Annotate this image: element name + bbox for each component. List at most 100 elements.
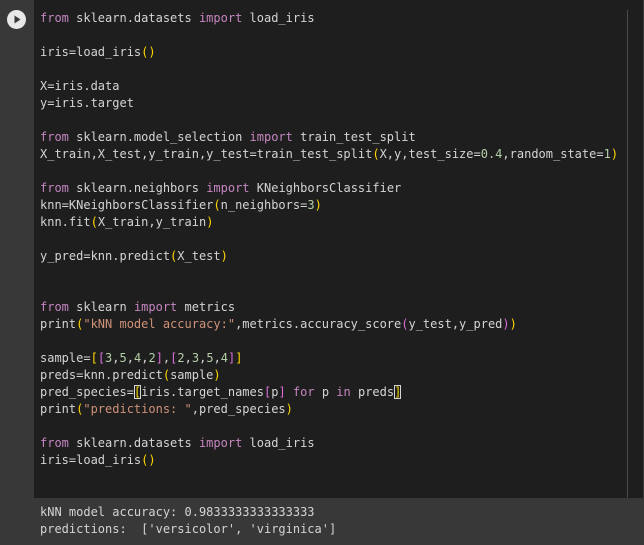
code-line: iris=load_iris() <box>40 44 618 61</box>
bracket-token: [ <box>90 351 98 365</box>
bracket-token: ] <box>394 385 402 399</box>
code-token: y=iris.target <box>40 96 134 110</box>
code-line: ​ <box>40 163 618 180</box>
code-token: , <box>213 351 221 365</box>
code-line: from sklearn.model_selection import trai… <box>40 129 618 146</box>
code-line: from sklearn.datasets import load_iris <box>40 10 618 27</box>
keyword-token: from <box>40 436 69 450</box>
code-line: print("kNN model accuracy:",metrics.accu… <box>40 316 618 333</box>
bracket-token: ] <box>278 385 286 399</box>
code-line: ​ <box>40 418 618 435</box>
code-line: X_train,X_test,y_train,y_test=train_test… <box>40 146 618 163</box>
bracket-token: ) <box>285 402 293 416</box>
number-token: 3 <box>191 351 200 365</box>
code-line: ​ <box>40 61 618 78</box>
play-icon <box>14 15 21 24</box>
number-token: 2 <box>148 351 156 365</box>
code-token: preds <box>350 385 395 399</box>
number-token: 0.4 <box>480 147 503 161</box>
cell-output: kNN model accuracy: 0.9833333333333333 p… <box>0 498 644 545</box>
code-token: knn.fit <box>40 215 91 229</box>
code-token: pred_species= <box>40 385 134 399</box>
bracket-token: ] <box>155 351 163 365</box>
code-token: print <box>40 402 77 416</box>
output-accuracy-line: kNN model accuracy: 0.9833333333333333 <box>40 505 315 519</box>
code-token: p <box>314 385 337 399</box>
code-line: sample=[[3,5,4,2],[2,3,5,4]] <box>40 350 618 367</box>
bracket-token: ) <box>220 249 228 263</box>
code-lines: from sklearn.datasets import load_iris​i… <box>40 10 618 469</box>
code-line: ​ <box>40 231 618 248</box>
number-token: 3 <box>307 198 315 212</box>
code-line: knn.fit(X_train,y_train) <box>40 214 618 231</box>
code-token: X_train,y_train <box>97 215 207 229</box>
keyword-token: import <box>206 181 250 195</box>
code-token: , <box>126 351 134 365</box>
code-token: sklearn.datasets <box>68 11 199 25</box>
keyword-token: in <box>336 385 351 399</box>
code-line: pred_species=[iris.target_names[p] for p… <box>40 384 618 401</box>
code-cell[interactable]: from sklearn.datasets import load_iris​i… <box>0 0 644 498</box>
bracket-token: [ <box>97 351 106 365</box>
bracket-token: ) <box>213 368 221 382</box>
bracket-token: ) <box>206 215 214 229</box>
keyword-token: from <box>40 11 69 25</box>
code-token: load_iris <box>242 436 315 450</box>
bracket-token: ) <box>509 317 517 331</box>
bracket-token: ) <box>610 147 619 161</box>
keyword-token: import <box>198 436 243 450</box>
run-cell-button[interactable] <box>7 10 26 29</box>
keyword-token: from <box>40 300 69 314</box>
keyword-token: import <box>198 11 243 25</box>
bracket-token: ( <box>372 147 380 161</box>
code-token: y_pred=knn.predict <box>40 249 171 263</box>
code-token: sklearn.neighbors <box>68 181 207 195</box>
output-predictions-line: predictions: ['versicolor', 'virginica'] <box>40 522 337 536</box>
code-token: n_neighbors= <box>220 198 308 212</box>
code-token: sample= <box>40 351 91 365</box>
code-line: ​ <box>40 282 618 299</box>
keyword-token: from <box>40 181 69 195</box>
code-token: X=iris.data <box>40 79 120 93</box>
code-token: X,y,test_size= <box>379 147 481 161</box>
code-token: ,metrics.accuracy_score <box>235 317 402 331</box>
string-token: "kNN model accuracy:" <box>83 317 236 331</box>
code-line: print("predictions: ",pred_species) <box>40 401 618 418</box>
code-token: X_test <box>177 249 221 263</box>
code-token: y_test,y_pred <box>408 317 503 331</box>
code-line: knn=KNeighborsClassifier(n_neighbors=3) <box>40 197 618 214</box>
code-token: iris=load_iris <box>40 45 142 59</box>
number-token: 1 <box>603 147 611 161</box>
code-token: KNeighborsClassifier <box>249 181 402 195</box>
keyword-token: for <box>292 385 315 399</box>
code-line: from sklearn import metrics <box>40 299 618 316</box>
code-token: load_iris <box>242 11 315 25</box>
code-token: ,pred_species <box>191 402 286 416</box>
keyword-token: import <box>249 130 293 144</box>
bracket-token: ( <box>90 215 98 229</box>
bracket-token: () <box>141 453 156 467</box>
string-token: "predictions: " <box>83 402 192 416</box>
code-token: X_train,X_test,y_train,y_test=train_test… <box>40 147 373 161</box>
number-token: 5 <box>119 351 127 365</box>
code-token: sample <box>170 368 214 382</box>
code-line: y=iris.target <box>40 95 618 112</box>
code-token: sklearn.datasets <box>68 436 199 450</box>
code-line: ​ <box>40 27 618 44</box>
number-token: 2 <box>177 351 185 365</box>
code-editor[interactable]: from sklearn.datasets import load_iris​i… <box>34 0 643 498</box>
code-line: X=iris.data <box>40 78 618 95</box>
bracket-token: () <box>141 45 156 59</box>
number-token: 4 <box>220 351 229 365</box>
code-token: ,random_state= <box>502 147 604 161</box>
bracket-token: ] <box>235 351 243 365</box>
code-token: train_test_split <box>292 130 416 144</box>
code-token: iris=load_iris <box>40 453 142 467</box>
number-token: 5 <box>206 351 214 365</box>
bracket-token: ( <box>162 368 171 382</box>
code-line: y_pred=knn.predict(X_test) <box>40 248 618 265</box>
keyword-token: import <box>133 300 178 314</box>
bracket-token: ) <box>314 198 322 212</box>
code-line: ​ <box>40 112 618 129</box>
code-line: ​ <box>40 333 618 350</box>
